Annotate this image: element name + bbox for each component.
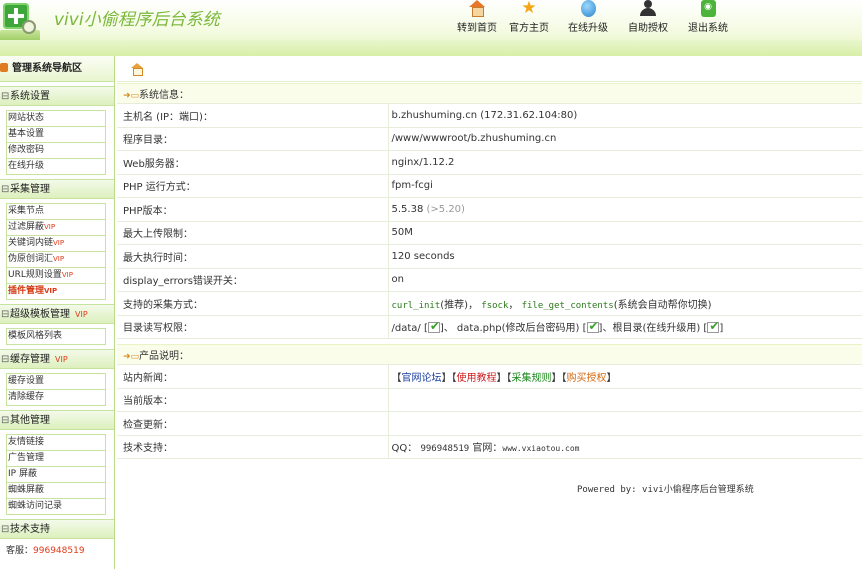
minus-icon: ⊟ [1,415,10,426]
section-cache[interactable]: ⊟ 缓存管理 VIP [0,349,114,369]
app-title: vivi小偷程序后台系统 [54,10,220,30]
star-icon: ★ [521,0,537,18]
check-icon [427,319,440,334]
table-row: 当前版本： [117,388,862,412]
minus-icon: ⊟ [1,184,10,195]
section-support[interactable]: ⊟ 技术支持 [0,519,114,539]
sidebar-item-plugins[interactable]: 插件管理VIP [7,284,105,300]
sidebar-item-filter[interactable]: 过滤屏蔽VIP [7,220,105,236]
section-other[interactable]: ⊟ 其他管理 [0,410,114,430]
sidebar-item-pseudo-original[interactable]: 伪原创词汇VIP [7,252,105,268]
table-row: 检查更新： [117,411,862,436]
sidebar-item-online-upgrade[interactable]: 在线升级 [7,159,105,175]
sidebar-item-spider-log[interactable]: 蜘蛛访问记录 [7,499,105,515]
system-settings-list: 网站状态 基本设置 修改密码 在线升级 [6,110,106,175]
table-row: 主机名 (IP：端口)： b.zhushuming.cn (172.31.62.… [117,103,862,128]
nav-home-link[interactable]: 转到首页 [448,0,506,34]
sidebar-item-clear-cache[interactable]: 清除缓存 [7,390,105,406]
sidebar-item-basic-settings[interactable]: 基本设置 [7,127,105,143]
official-site-link[interactable]: www.vxiaotou.com [502,444,579,453]
minus-icon: ⊟ [1,91,10,102]
support-qq: 客服：996948519 [6,546,85,556]
sidebar-item-friend-links[interactable]: 友情链接 [7,435,105,451]
other-list: 友情链接 广告管理 IP 屏蔽 蜘蛛屏蔽 蜘蛛访问记录 [6,434,106,515]
table-row: 技术支持： QQ： 996948519 官网：www.vxiaotou.com [117,435,862,459]
system-info-table: ➜▭系统信息： 主机名 (IP：端口)： b.zhushuming.cn (17… [117,83,862,339]
link-tutorial[interactable]: 使用教程 [457,373,497,384]
header-band [0,40,862,56]
rss-icon: ◉ [700,0,716,17]
section-system-settings[interactable]: ⊟ 系统设置 [0,86,114,106]
home-icon[interactable] [131,63,143,76]
sidebar: 管理系统导航区 ⊟ 系统设置 网站状态 基本设置 修改密码 在线升级 ⊟ 采集管… [0,56,115,569]
section-collect[interactable]: ⊟ 采集管理 [0,179,114,199]
minus-icon: ⊟ [1,309,10,320]
minus-icon: ⊟ [1,354,10,365]
collect-list: 采集节点 过滤屏蔽VIP 关键词内链VIP 伪原创词汇VIP URL规则设置VI… [6,203,106,300]
sidebar-item-change-password[interactable]: 修改密码 [7,143,105,159]
table-row: 站内新闻： 【官网论坛】【使用教程】【采集规则】【购买授权】 [117,364,862,389]
arrow-icon: ➜▭ [123,91,140,101]
nav-official-link[interactable]: ★ 官方主页 [500,0,558,34]
main-content: ➜▭系统信息： 主机名 (IP：端口)： b.zhushuming.cn (17… [117,56,862,569]
table-row: 支持的采集方式： curl_init(推荐)， fsock， file_get_… [117,291,862,316]
table-row: 最大上传限制： 50M [117,221,862,245]
sidebar-item-site-status[interactable]: 网站状态 [7,111,105,127]
header: vivi小偷程序后台系统 转到首页 ★ 官方主页 在线升级 自助授权 ◉ 退出系… [0,0,862,56]
nav-upgrade-link[interactable]: 在线升级 [559,0,617,34]
table-row: display_errors错误开关： on [117,268,862,292]
table-row: 程序目录： /www/wwwroot/b.zhushuming.cn [117,127,862,151]
minus-icon: ⊟ [1,524,10,535]
sidebar-item-cache-settings[interactable]: 缓存设置 [7,374,105,390]
link-rules[interactable]: 采集规则 [512,373,552,384]
product-info-header: ➜▭产品说明： [117,344,862,365]
globe-icon [580,0,596,17]
sidebar-title: 管理系统导航区 [0,56,114,82]
breadcrumb [117,56,862,82]
sidebar-item-spider-block[interactable]: 蜘蛛屏蔽 [7,483,105,499]
footer-powered: Powered by: vivi小偷程序后台管理系统 [577,485,754,495]
sidebar-item-template-list[interactable]: 模板风格列表 [7,329,105,345]
table-row: PHP版本： 5.5.38 (>5.20) [117,197,862,222]
arrow-icon: ➜▭ [123,352,140,362]
folder-icon [0,63,8,72]
link-forum[interactable]: 官网论坛 [402,373,442,384]
sidebar-item-collect-nodes[interactable]: 采集节点 [7,204,105,220]
table-row: 最大执行时间： 120 seconds [117,244,862,269]
nav-license-link[interactable]: 自助授权 [619,0,677,34]
check-icon [586,319,599,334]
user-icon [638,0,658,17]
check-icon [707,319,719,334]
nav-logout-link[interactable]: ◉ 退出系统 [679,0,737,34]
system-info-header: ➜▭系统信息： [117,83,862,104]
magnifier-icon [22,20,36,34]
sidebar-item-url-rules[interactable]: URL规则设置VIP [7,268,105,284]
sidebar-item-ads[interactable]: 广告管理 [7,451,105,467]
table-row: 目录读写权限： /data/ []、 data.php(修改后台密码用) []、… [117,315,862,339]
logo [0,0,46,44]
home-icon [468,0,486,17]
templates-list: 模板风格列表 [6,328,106,345]
section-templates[interactable]: ⊟ 超级模板管理 VIP [0,304,114,324]
link-buy[interactable]: 购买授权 [567,373,607,384]
product-info-table: ➜▭产品说明： 站内新闻： 【官网论坛】【使用教程】【采集规则】【购买授权】 当… [117,344,862,459]
sidebar-item-keyword-links[interactable]: 关键词内链VIP [7,236,105,252]
table-row: PHP 运行方式： fpm-fcgi [117,174,862,198]
sidebar-item-ip-block[interactable]: IP 屏蔽 [7,467,105,483]
table-row: Web服务器： nginx/1.12.2 [117,150,862,175]
cache-list: 缓存设置 清除缓存 [6,373,106,406]
